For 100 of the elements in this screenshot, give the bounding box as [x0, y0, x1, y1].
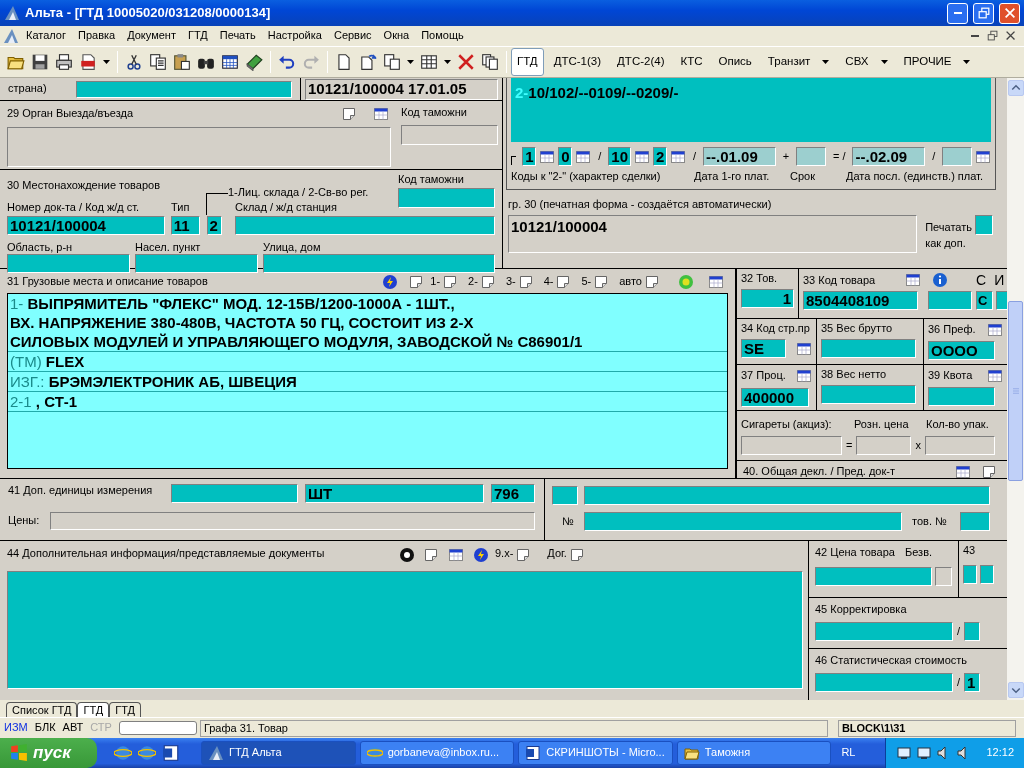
- input-field[interactable]: [960, 512, 990, 531]
- input-field[interactable]: SE: [741, 339, 786, 359]
- clipboard-icon[interactable]: [173, 53, 191, 71]
- input-field[interactable]: 10: [608, 147, 631, 166]
- page-icon[interactable]: [335, 53, 353, 71]
- table-icon[interactable]: [987, 368, 1003, 384]
- document-tab[interactable]: ПРОЧИЕ: [897, 48, 977, 76]
- menu-item[interactable]: Правка: [73, 29, 121, 43]
- document-tab[interactable]: СВХ: [839, 48, 894, 76]
- sheet-tab[interactable]: ГТД: [109, 702, 141, 717]
- menu-item[interactable]: Документ: [122, 29, 181, 43]
- checkbox[interactable]: [975, 215, 993, 236]
- close-button[interactable]: [999, 2, 1020, 24]
- input-field[interactable]: [76, 80, 292, 98]
- caret-icon[interactable]: [444, 60, 451, 64]
- taskbar-button[interactable]: ГТД Альта: [201, 741, 356, 765]
- lightning-icon[interactable]: [382, 274, 399, 290]
- table-icon[interactable]: [634, 148, 650, 165]
- monitor-icon[interactable]: [896, 745, 913, 761]
- table-icon[interactable]: [708, 274, 724, 290]
- document-tab[interactable]: Транзит: [761, 48, 836, 76]
- taskbar-button[interactable]: СКРИНШОТЫ - Micro...: [518, 741, 673, 765]
- input-field[interactable]: [171, 484, 298, 503]
- menu-item[interactable]: ГТД: [182, 29, 213, 43]
- taskbar-button[interactable]: Таможня: [676, 741, 832, 765]
- undo-icon[interactable]: [278, 53, 296, 71]
- menu-item[interactable]: Помощь: [416, 29, 469, 43]
- input-field[interactable]: 10121/100004: [508, 215, 918, 254]
- input-field[interactable]: [234, 216, 495, 236]
- menu-item[interactable]: Настройка: [262, 29, 327, 43]
- input-field[interactable]: 796: [491, 484, 535, 503]
- caret-icon[interactable]: [822, 60, 830, 64]
- menu-item[interactable]: Печать: [214, 29, 261, 43]
- input-field[interactable]: [796, 147, 826, 166]
- input-field[interactable]: --.01.09: [703, 147, 776, 166]
- document-icon[interactable]: [162, 744, 181, 762]
- input-field[interactable]: [935, 567, 952, 587]
- delete-icon[interactable]: [457, 53, 475, 71]
- input-field[interactable]: 11: [170, 216, 200, 236]
- language-indicator[interactable]: RL: [841, 746, 856, 760]
- lightning-icon[interactable]: [473, 547, 489, 563]
- note-icon[interactable]: [981, 464, 997, 480]
- printer-icon[interactable]: [55, 53, 73, 71]
- browser-icon[interactable]: [114, 744, 133, 762]
- book-icon[interactable]: [245, 53, 263, 71]
- input-field[interactable]: 10121/100004 17.01.05: [305, 78, 498, 100]
- menu-item[interactable]: Окна: [378, 29, 415, 43]
- input-field[interactable]: [741, 436, 842, 456]
- input-field[interactable]: [584, 486, 990, 505]
- caret-icon[interactable]: [103, 60, 110, 64]
- input-field[interactable]: [552, 486, 578, 505]
- input-field[interactable]: 1: [741, 289, 794, 309]
- input-field[interactable]: 10121/100004: [7, 216, 165, 236]
- scroll-up-button[interactable]: [1007, 80, 1024, 96]
- table-icon[interactable]: [905, 272, 921, 289]
- pages-icon[interactable]: [383, 53, 401, 71]
- document-tab[interactable]: Опись: [712, 48, 758, 76]
- input-field[interactable]: 8504408109: [803, 290, 918, 310]
- input-field[interactable]: [7, 127, 391, 167]
- caret-icon[interactable]: [407, 60, 414, 64]
- input-field[interactable]: [963, 565, 977, 585]
- input-field[interactable]: 2: [206, 216, 222, 236]
- copies-icon[interactable]: [481, 53, 499, 71]
- circle-icon[interactable]: [399, 547, 415, 563]
- input-field[interactable]: 2: [653, 147, 667, 166]
- monitor-icon[interactable]: [916, 745, 933, 761]
- input-field[interactable]: [815, 622, 953, 642]
- input-field[interactable]: [815, 567, 933, 587]
- caret-icon[interactable]: [963, 60, 971, 64]
- table-icon[interactable]: [796, 368, 812, 384]
- input-field[interactable]: [398, 188, 495, 209]
- caret-icon[interactable]: [880, 60, 888, 64]
- input-field[interactable]: [942, 147, 972, 166]
- taskbar-button[interactable]: gorbaneva@inbox.ru...: [359, 741, 515, 765]
- calendar-icon[interactable]: [221, 53, 239, 71]
- text-area[interactable]: 2-10/102/--0109/--0209/-: [511, 78, 991, 142]
- document-tab[interactable]: ДТС-1(3): [547, 48, 608, 76]
- text-area[interactable]: [7, 293, 728, 469]
- table-icon[interactable]: [987, 322, 1003, 338]
- document-icon[interactable]: [79, 53, 97, 71]
- table-icon[interactable]: [373, 106, 389, 122]
- copy-icon[interactable]: [149, 53, 167, 71]
- scrollbar-thumb[interactable]: [1008, 301, 1023, 481]
- input-field[interactable]: [401, 125, 498, 146]
- input-field[interactable]: 0: [558, 147, 573, 166]
- document-tab[interactable]: КТС: [674, 48, 709, 76]
- input-field[interactable]: [815, 673, 953, 693]
- table-icon[interactable]: [955, 464, 971, 480]
- input-field[interactable]: [928, 290, 972, 310]
- sheet-tab[interactable]: ГТД: [77, 702, 110, 717]
- table-icon[interactable]: [539, 148, 556, 165]
- document-tab[interactable]: ДТС-2(4): [611, 48, 671, 76]
- input-field[interactable]: [134, 254, 258, 274]
- input-field[interactable]: --.02.09: [852, 147, 926, 166]
- input-field[interactable]: [821, 385, 916, 405]
- menu-item[interactable]: Сервис: [328, 29, 377, 43]
- table-icon[interactable]: [575, 148, 592, 165]
- input-field[interactable]: [924, 436, 995, 456]
- table-icon[interactable]: [796, 340, 812, 357]
- table-icon[interactable]: [670, 148, 686, 165]
